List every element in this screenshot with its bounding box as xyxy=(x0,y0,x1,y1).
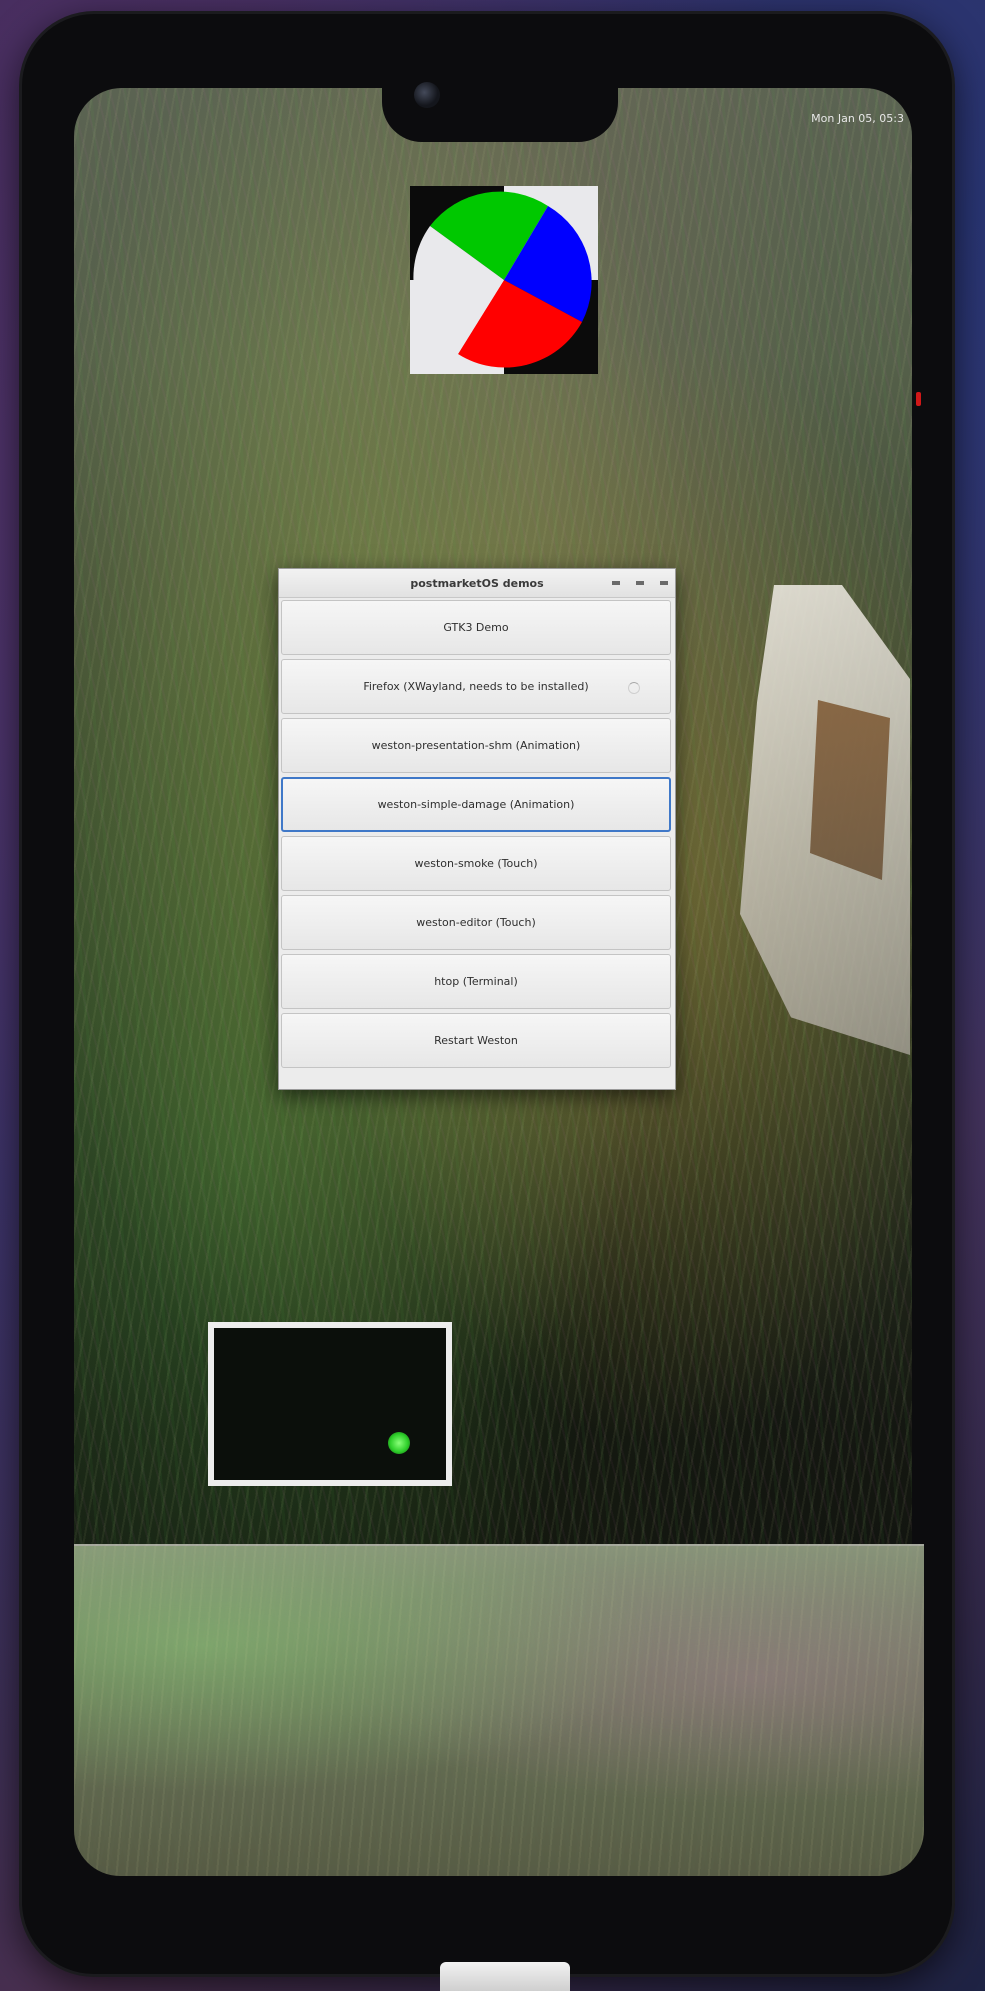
touch-point-icon xyxy=(388,1432,410,1454)
weston-editor-button[interactable]: weston-editor (Touch) xyxy=(281,895,671,950)
minimize-icon[interactable] xyxy=(611,577,621,586)
usb-cable xyxy=(440,1962,570,1991)
demo-launcher-window[interactable]: postmarketOS demos GTK3 Demo Firefox (XW… xyxy=(278,568,676,1090)
maximize-icon[interactable] xyxy=(635,577,645,586)
window-titlebar[interactable]: postmarketOS demos xyxy=(279,569,675,598)
restart-weston-button[interactable]: Restart Weston xyxy=(281,1013,671,1068)
weston-smoke-button[interactable]: weston-smoke (Touch) xyxy=(281,836,671,891)
side-led xyxy=(916,392,921,406)
simple-shm-demo-window[interactable] xyxy=(410,186,598,374)
weston-presentation-shm-button[interactable]: weston-presentation-shm (Animation) xyxy=(281,718,671,773)
firefox-button-label: Firefox (XWayland, needs to be installed… xyxy=(363,680,589,693)
window-controls xyxy=(611,577,669,586)
front-camera xyxy=(414,82,440,108)
bottom-panel xyxy=(74,1544,924,1876)
demo-button-list: GTK3 Demo Firefox (XWayland, needs to be… xyxy=(279,598,675,1068)
close-icon[interactable] xyxy=(659,577,669,586)
pie-animation xyxy=(413,191,592,368)
wallpaper-rock-shadow xyxy=(810,700,890,880)
weston-simple-damage-button[interactable]: weston-simple-damage (Animation) xyxy=(281,777,671,832)
firefox-button[interactable]: Firefox (XWayland, needs to be installed… xyxy=(281,659,671,714)
touch-demo-window[interactable] xyxy=(208,1322,452,1486)
window-title: postmarketOS demos xyxy=(410,576,544,590)
htop-button[interactable]: htop (Terminal) xyxy=(281,954,671,1009)
gtk3-demo-button[interactable]: GTK3 Demo xyxy=(281,600,671,655)
status-clock: Mon Jan 05, 05:3 xyxy=(811,112,904,125)
loading-spinner-icon xyxy=(628,682,640,694)
